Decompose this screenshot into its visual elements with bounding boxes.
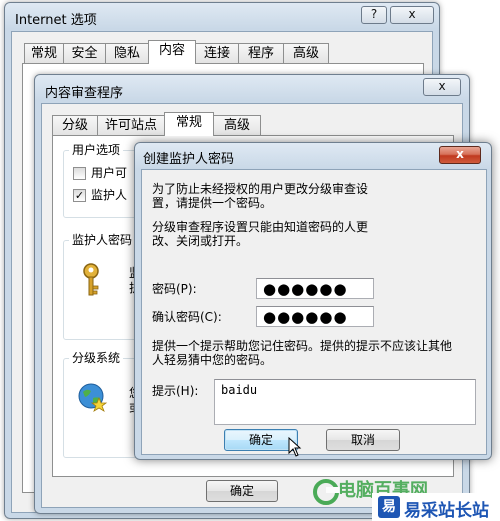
dialog-client-area: 为了防止未经授权的用户更改分级审查设 置，请提供一个密码。 分级审查程序设置只能… bbox=[141, 169, 487, 457]
tab-approved-sites[interactable]: 许可站点 bbox=[97, 115, 165, 136]
mouse-cursor-icon bbox=[288, 437, 302, 457]
close-icon: x bbox=[438, 79, 446, 93]
close-button[interactable]: x bbox=[439, 146, 481, 164]
rating-systems-label: 分级系统 bbox=[69, 351, 124, 366]
tab-advanced[interactable]: 高级 bbox=[213, 115, 261, 136]
close-button[interactable]: x bbox=[423, 78, 461, 96]
close-icon: x bbox=[408, 7, 416, 21]
confirm-password-field[interactable]: ●●●●●● bbox=[256, 306, 374, 327]
ok-button[interactable]: 确定 bbox=[224, 429, 298, 451]
hint-label: 提示(H): bbox=[152, 384, 199, 398]
checkbox-supervisor[interactable]: ✓ bbox=[73, 189, 86, 202]
close-button[interactable]: x bbox=[390, 6, 434, 24]
tab-connections[interactable]: 连接 bbox=[195, 43, 239, 64]
password-label: 密码(P): bbox=[152, 282, 197, 296]
tab-advanced[interactable]: 高级 bbox=[283, 43, 329, 64]
globe-star-icon bbox=[78, 383, 108, 412]
create-password-dialog: 创建监护人密码 x 为了防止未经授权的用户更改分级审查设 置，请提供一个密码。 … bbox=[134, 142, 492, 460]
user-options-label: 用户选项 bbox=[69, 143, 124, 158]
intro-line-2: 置，请提供一个密码。 bbox=[152, 196, 273, 210]
window-title: Internet 选项 bbox=[15, 13, 97, 28]
tab-security[interactable]: 安全 bbox=[63, 43, 106, 64]
check-icon: ✓ bbox=[74, 189, 85, 202]
checkbox-allow-unrated-label: 用户可 bbox=[91, 166, 128, 180]
tab-privacy[interactable]: 隐私 bbox=[105, 43, 149, 64]
watermark-badge-icon: 易 bbox=[378, 496, 400, 518]
tab-general[interactable]: 常规 bbox=[24, 43, 64, 64]
help-icon: ? bbox=[370, 7, 378, 21]
hint-desc-line-1: 提供一个提示帮助您记住密码。提供的提示不应该让其他 bbox=[152, 339, 453, 353]
tab-programs[interactable]: 程序 bbox=[238, 43, 284, 64]
note-line-2: 改、关闭或打开。 bbox=[152, 234, 249, 248]
password-field[interactable]: ●●●●●● bbox=[256, 278, 374, 299]
window-title: 内容审查程序 bbox=[45, 86, 124, 101]
hint-value: baidu bbox=[221, 383, 258, 397]
checkbox-supervisor-label: 监护人 bbox=[91, 188, 128, 202]
confirm-password-label: 确认密码(C): bbox=[152, 310, 222, 324]
confirm-password-value: ●●●●●● bbox=[263, 308, 348, 326]
watermark-right-text: 易采站长站 bbox=[404, 501, 489, 521]
watermark-right-banner: 易 易采站长站 bbox=[372, 493, 500, 521]
tab-general[interactable]: 常规 bbox=[164, 112, 214, 136]
intro-line-1: 为了防止未经授权的用户更改分级审查设 bbox=[152, 182, 369, 196]
supervisor-password-label: 监护人密码 bbox=[69, 233, 136, 248]
tab-ratings[interactable]: 分级 bbox=[52, 115, 98, 136]
hint-field[interactable]: baidu bbox=[214, 379, 476, 425]
key-icon bbox=[83, 263, 99, 296]
hint-desc-line-2: 人轻易猜中您的密码。 bbox=[152, 353, 273, 367]
close-icon: x bbox=[456, 147, 464, 161]
note-line-1: 分级审查程序设置只能由知道密码的人更 bbox=[152, 220, 369, 234]
cancel-button[interactable]: 取消 bbox=[326, 429, 400, 451]
dialog-title: 创建监护人密码 bbox=[143, 152, 235, 167]
watermark-logo-icon bbox=[313, 479, 340, 505]
advisor-ok-button[interactable]: 确定 bbox=[206, 480, 278, 502]
tab-content[interactable]: 内容 bbox=[148, 40, 196, 64]
help-button[interactable]: ? bbox=[361, 6, 387, 24]
password-value: ●●●●●● bbox=[263, 280, 348, 298]
checkbox-allow-unrated[interactable] bbox=[73, 167, 86, 180]
